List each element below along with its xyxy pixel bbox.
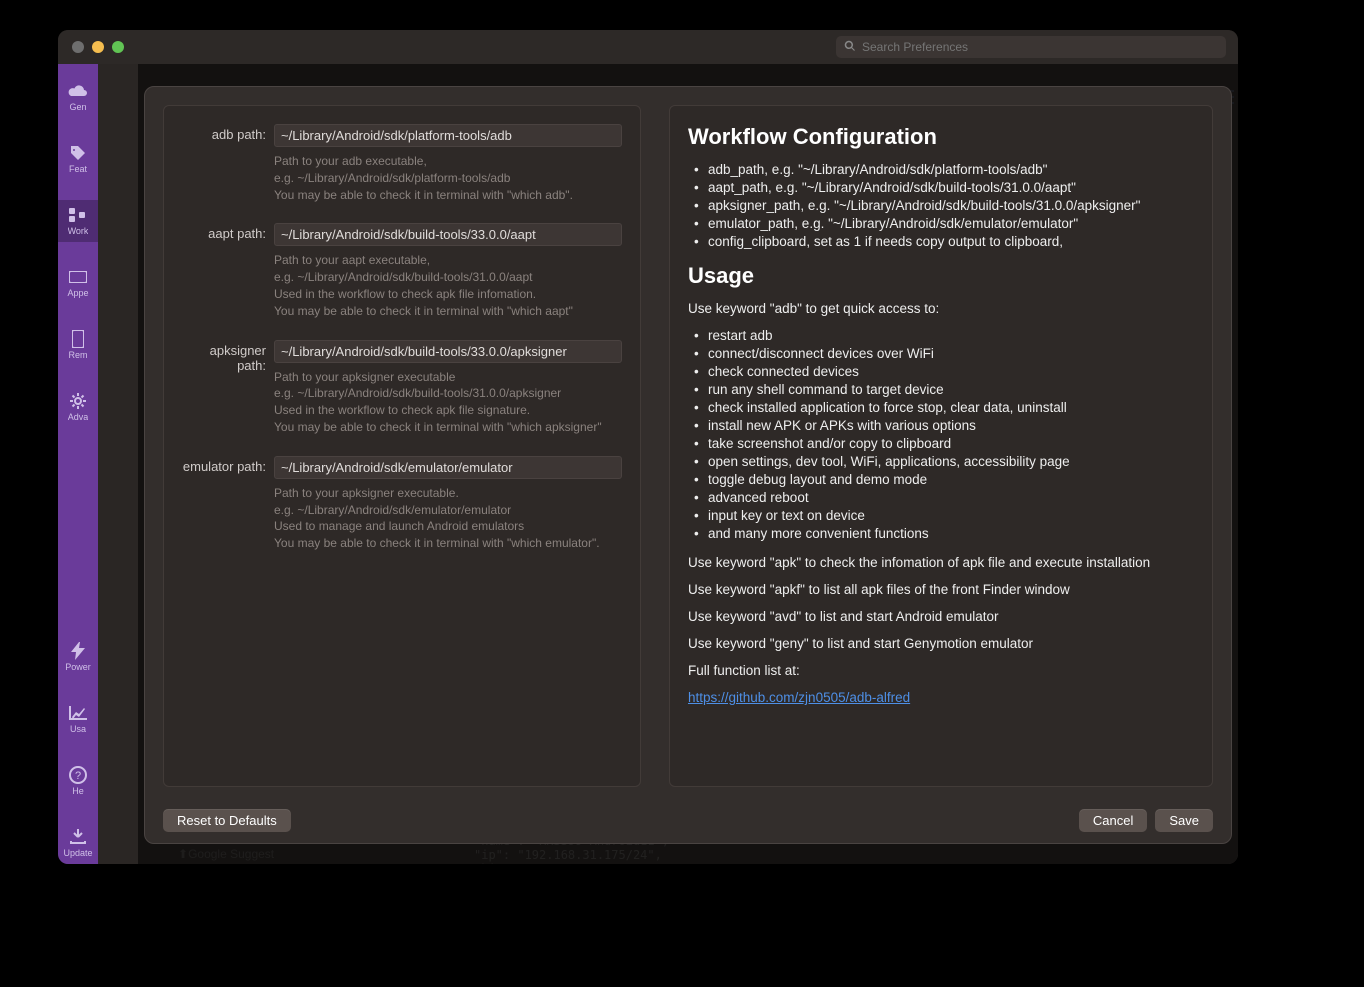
sidebar-item-help[interactable]: ? He	[58, 760, 98, 802]
github-link[interactable]: https://github.com/zjn0505/adb-alfred	[688, 690, 910, 705]
usage-item: connect/disconnect devices over WiFi	[698, 346, 1194, 361]
search-preferences[interactable]	[836, 36, 1226, 58]
emulator-path-input[interactable]	[274, 456, 622, 479]
usage-item: and many more convenient functions	[698, 526, 1194, 541]
content-area: by Andrew Pepperrell ⬆ Google Suggest Al…	[98, 64, 1238, 864]
appearance-icon	[67, 268, 89, 286]
usage-avd: Use keyword "avd" to list and start Andr…	[688, 609, 1194, 624]
usage-geny: Use keyword "geny" to list and start Gen…	[688, 636, 1194, 651]
traffic-lights	[72, 41, 124, 53]
sidebar-item-update[interactable]: Update	[58, 822, 98, 864]
svg-text:?: ?	[75, 770, 81, 782]
apksigner-path-help: Path to your apksigner executable e.g. ~…	[274, 369, 622, 436]
usage-item: check installed application to force sto…	[698, 400, 1194, 415]
usage-intro: Use keyword "adb" to get quick access to…	[688, 301, 1194, 316]
chart-icon	[67, 704, 89, 722]
adb-path-label: adb path:	[182, 124, 274, 142]
aapt-path-label: aapt path:	[182, 223, 274, 241]
search-input[interactable]	[862, 40, 1218, 54]
usage-item: open settings, dev tool, WiFi, applicati…	[698, 454, 1194, 469]
config-item: config_clipboard, set as 1 if needs copy…	[698, 234, 1194, 249]
apksigner-path-label: apksigner path:	[182, 340, 274, 373]
modal-overlay: adb path: Path to your adb executable, e…	[138, 64, 1238, 864]
sidebar: Gen Feat Work Appe Rem Adva	[58, 64, 98, 864]
gear-icon	[67, 392, 89, 410]
workflow-config-modal: adb path: Path to your adb executable, e…	[144, 86, 1232, 844]
preferences-window: Gen Feat Work Appe Rem Adva	[58, 30, 1238, 864]
config-item: emulator_path, e.g. "~/Library/Android/s…	[698, 216, 1194, 231]
apksigner-path-input[interactable]	[274, 340, 622, 363]
usage-item: toggle debug layout and demo mode	[698, 472, 1194, 487]
adb-path-input[interactable]	[274, 124, 622, 147]
tag-icon	[67, 144, 89, 162]
help-icon: ?	[67, 766, 89, 784]
power-icon	[67, 642, 89, 660]
workflow-icon	[67, 206, 89, 224]
sidebar-item-advanced[interactable]: Adva	[58, 386, 98, 428]
minimize-button[interactable]	[92, 41, 104, 53]
sidebar-item-appearance[interactable]: Appe	[58, 262, 98, 304]
sidebar-item-powerpack[interactable]: Power	[58, 636, 98, 678]
adb-path-help: Path to your adb executable, e.g. ~/Libr…	[274, 153, 622, 203]
remote-icon	[67, 330, 89, 348]
aapt-path-input[interactable]	[274, 223, 622, 246]
emulator-path-help: Path to your apksigner executable. e.g. …	[274, 485, 622, 552]
documentation-panel: Workflow Configuration adb_path, e.g. "~…	[669, 105, 1213, 787]
full-function-label: Full function list at:	[688, 663, 1194, 678]
usage-item: advanced reboot	[698, 490, 1194, 505]
close-button[interactable]	[72, 41, 84, 53]
usage-item: take screenshot and/or copy to clipboard	[698, 436, 1194, 451]
config-form-panel: adb path: Path to your adb executable, e…	[163, 105, 641, 787]
titlebar	[58, 30, 1238, 64]
sidebar-item-remote[interactable]: Rem	[58, 324, 98, 366]
sidebar-item-features[interactable]: Feat	[58, 138, 98, 180]
sidebar-item-general[interactable]: Gen	[58, 76, 98, 118]
usage-apkf: Use keyword "apkf" to list all apk files…	[688, 582, 1194, 597]
doc-usage-heading: Usage	[688, 263, 1194, 289]
sidebar-item-usage[interactable]: Usa	[58, 698, 98, 740]
cancel-button[interactable]: Cancel	[1079, 809, 1147, 832]
config-item: adb_path, e.g. "~/Library/Android/sdk/pl…	[698, 162, 1194, 177]
download-icon	[67, 828, 89, 846]
config-item: aapt_path, e.g. "~/Library/Android/sdk/b…	[698, 180, 1194, 195]
usage-item: input key or text on device	[698, 508, 1194, 523]
usage-item: run any shell command to target device	[698, 382, 1194, 397]
search-icon	[844, 40, 856, 55]
maximize-button[interactable]	[112, 41, 124, 53]
doc-config-heading: Workflow Configuration	[688, 124, 1194, 150]
aapt-path-help: Path to your aapt executable, e.g. ~/Lib…	[274, 252, 622, 319]
emulator-path-label: emulator path:	[182, 456, 274, 474]
usage-item: check connected devices	[698, 364, 1194, 379]
usage-item: restart adb	[698, 328, 1194, 343]
sidebar-item-workflows[interactable]: Work	[58, 200, 98, 242]
usage-item: install new APK or APKs with various opt…	[698, 418, 1194, 433]
modal-footer: Reset to Defaults Cancel Save	[145, 797, 1231, 843]
reset-button[interactable]: Reset to Defaults	[163, 809, 291, 832]
config-item: apksigner_path, e.g. "~/Library/Android/…	[698, 198, 1194, 213]
usage-apk: Use keyword "apk" to check the infomatio…	[688, 555, 1194, 570]
save-button[interactable]: Save	[1155, 809, 1213, 832]
cloud-icon	[67, 82, 89, 100]
